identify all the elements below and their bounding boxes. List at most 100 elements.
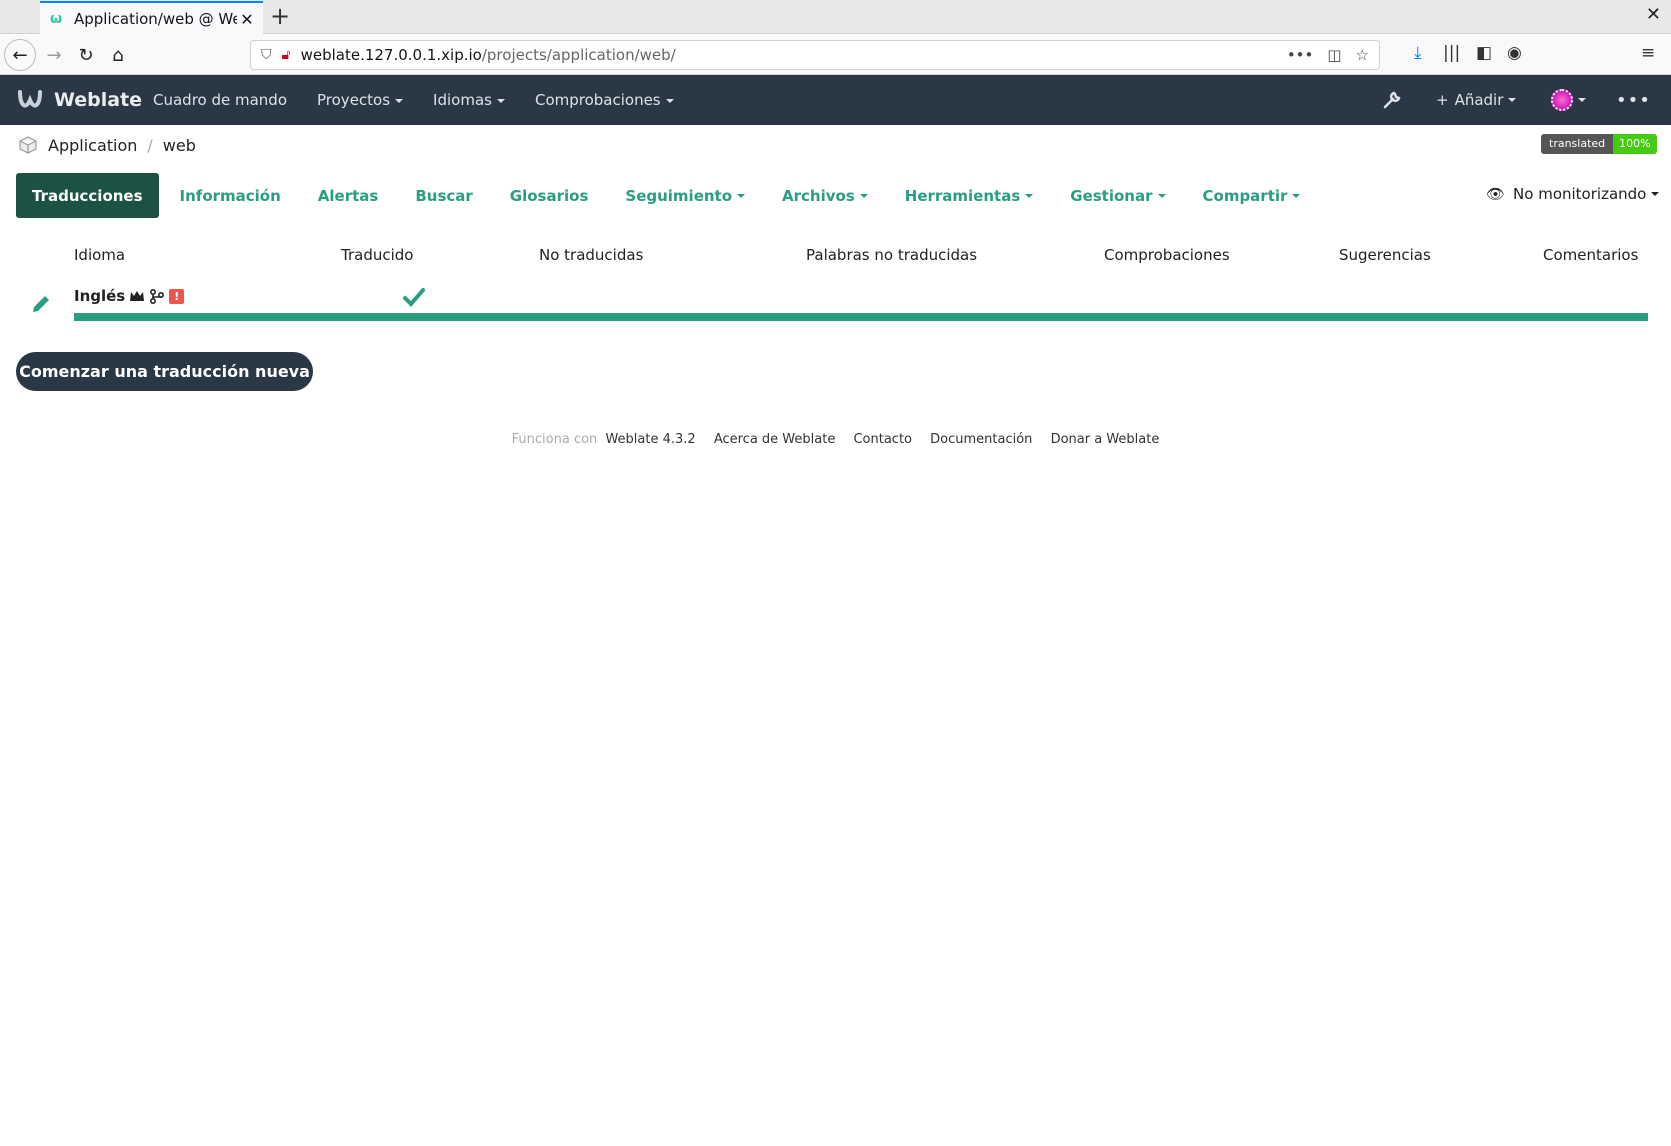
caret-down-icon xyxy=(1651,192,1660,196)
tab-files[interactable]: Archivos xyxy=(766,173,884,218)
tab-search[interactable]: Buscar xyxy=(399,173,488,218)
nav-checks-label: Comprobaciones xyxy=(534,91,661,109)
wrench-icon[interactable] xyxy=(1382,75,1402,125)
caret-down-icon xyxy=(1157,193,1166,198)
tab-manage-label: Gestionar xyxy=(1070,186,1153,205)
app-header: Weblate Cuadro de mando Proyectos Idioma… xyxy=(0,75,1671,125)
sidebar-icon[interactable]: ◧ xyxy=(1476,43,1492,63)
caret-down-icon xyxy=(1025,193,1034,198)
nav-languages[interactable]: Idiomas xyxy=(433,91,505,109)
downloads-icon[interactable]: ⤓ xyxy=(1414,43,1422,63)
col-comments[interactable]: Comentarios xyxy=(1543,246,1638,264)
footer: Funciona con Weblate 4.3.2 Acerca de Web… xyxy=(0,432,1671,447)
browser-tab[interactable]: ω Application/web @ Webl ✕ xyxy=(40,1,263,35)
breadcrumb: Application / web xyxy=(18,134,196,156)
weblate-favicon-icon: ω xyxy=(50,11,63,27)
tab-insights[interactable]: Seguimiento xyxy=(609,173,761,218)
caret-down-icon xyxy=(859,193,868,198)
caret-down-icon xyxy=(1508,98,1517,102)
insecure-lock-icon[interactable]: 🔓︎ xyxy=(282,47,291,63)
component-cube-icon xyxy=(19,136,37,154)
add-menu[interactable]: + Añadir xyxy=(1436,75,1517,125)
user-menu[interactable] xyxy=(1551,75,1586,125)
checkmark-icon xyxy=(403,288,425,307)
menu-icon[interactable]: ≡ xyxy=(1641,43,1655,63)
tab-manage[interactable]: Gestionar xyxy=(1054,173,1181,218)
plus-icon: + xyxy=(1436,91,1449,109)
bookmark-star-icon[interactable]: ☆ xyxy=(1356,46,1369,64)
caret-down-icon xyxy=(395,98,404,103)
avatar xyxy=(1551,89,1573,111)
badge-label: translated xyxy=(1541,134,1614,154)
tab-alerts[interactable]: Alertas xyxy=(302,173,395,218)
pencil-icon[interactable] xyxy=(30,293,52,315)
library-icon[interactable]: ||| xyxy=(1443,43,1460,63)
page-actions-icon[interactable]: ••• xyxy=(1287,46,1314,64)
table-header: Idioma Traducido No traducidas Palabras … xyxy=(0,246,1671,268)
nav-projects[interactable]: Proyectos xyxy=(317,91,404,109)
language-link[interactable]: Inglés ! xyxy=(74,287,185,305)
tab-tools[interactable]: Herramientas xyxy=(889,173,1050,218)
powered-by-text: Funciona con xyxy=(511,432,598,447)
tab-glossaries[interactable]: Glosarios xyxy=(494,173,605,218)
eye-icon: 👁︎ xyxy=(1486,185,1506,203)
window-close-icon[interactable]: ✕ xyxy=(1646,4,1661,25)
col-language[interactable]: Idioma xyxy=(74,246,125,264)
home-icon[interactable]: ⌂ xyxy=(102,39,134,71)
breadcrumb-separator: / xyxy=(147,135,153,155)
add-label: Añadir xyxy=(1454,91,1504,109)
tab-info[interactable]: Información xyxy=(164,173,297,218)
tab-files-label: Archivos xyxy=(782,186,855,205)
watch-toggle[interactable]: 👁︎ No monitorizando xyxy=(1486,185,1660,203)
tab-insights-label: Seguimiento xyxy=(625,186,733,205)
url-host: weblate.127.0.0.1.xip.io xyxy=(300,46,482,64)
browser-nav-bar: ← → ↻ ⌂ ⛉ 🔓︎ weblate.127.0.0.1.xip.io/pr… xyxy=(0,35,1671,75)
start-new-translation-button[interactable]: Comenzar una traducción nueva xyxy=(16,352,313,391)
brand-link[interactable]: Weblate xyxy=(16,75,142,125)
back-icon[interactable]: ← xyxy=(4,39,36,71)
close-tab-icon[interactable]: ✕ xyxy=(237,10,257,29)
component-tabs: Traducciones Información Alertas Buscar … xyxy=(16,173,1321,218)
translation-status-badge[interactable]: translated 100% xyxy=(1541,134,1657,154)
footer-link-donate[interactable]: Donar a Weblate xyxy=(1051,432,1160,447)
nav-dashboard[interactable]: Cuadro de mando xyxy=(153,91,287,109)
browser-tab-title: Application/web @ Webl xyxy=(74,10,237,28)
url-path: /projects/application/web/ xyxy=(481,46,676,64)
browser-tab-bar: ω Application/web @ Webl ✕ + ✕ xyxy=(0,0,1671,35)
forward-icon[interactable]: → xyxy=(38,39,70,71)
brand-name: Weblate xyxy=(54,89,143,111)
alert-icon[interactable]: ! xyxy=(169,288,185,304)
footer-link-docs[interactable]: Documentación xyxy=(930,432,1032,447)
caret-down-icon xyxy=(737,193,746,198)
footer-link-version[interactable]: Weblate 4.3.2 xyxy=(605,432,695,447)
account-icon[interactable]: ◉ xyxy=(1507,43,1522,63)
shield-icon[interactable]: ⛉ xyxy=(261,47,272,63)
tab-share[interactable]: Compartir xyxy=(1187,173,1317,218)
weblate-logo-icon xyxy=(18,90,42,108)
new-tab-icon[interactable]: + xyxy=(270,2,290,30)
breadcrumb-component[interactable]: web xyxy=(163,136,196,155)
url-bar[interactable]: ⛉ 🔓︎ weblate.127.0.0.1.xip.io/projects/a… xyxy=(250,40,1380,70)
translation-progress-bar xyxy=(74,313,1648,321)
git-branch-icon xyxy=(150,288,165,304)
main-nav: Cuadro de mando Proyectos Idiomas Compro… xyxy=(153,75,674,125)
nav-projects-label: Proyectos xyxy=(317,91,391,109)
col-suggestions[interactable]: Sugerencias xyxy=(1339,246,1431,264)
tab-translations[interactable]: Traducciones xyxy=(16,173,159,218)
footer-link-contact[interactable]: Contacto xyxy=(853,432,912,447)
pocket-icon[interactable]: ◫ xyxy=(1327,46,1341,64)
col-untranslated[interactable]: No traducidas xyxy=(539,246,643,264)
col-untranslated-words[interactable]: Palabras no traducidas xyxy=(806,246,977,264)
breadcrumb-project[interactable]: Application xyxy=(48,136,137,155)
watch-label: No monitorizando xyxy=(1513,185,1647,203)
col-checks[interactable]: Comprobaciones xyxy=(1104,246,1230,264)
progress-fill xyxy=(74,313,1648,321)
footer-link-about[interactable]: Acerca de Weblate xyxy=(714,432,836,447)
reload-icon[interactable]: ↻ xyxy=(70,39,102,71)
caret-down-icon xyxy=(1578,98,1586,102)
nav-checks[interactable]: Comprobaciones xyxy=(535,91,674,109)
badge-value: 100% xyxy=(1613,134,1657,154)
language-name: Inglés xyxy=(74,287,126,305)
more-menu-icon[interactable]: ••• xyxy=(1616,75,1651,125)
col-translated[interactable]: Traducido xyxy=(341,246,413,264)
